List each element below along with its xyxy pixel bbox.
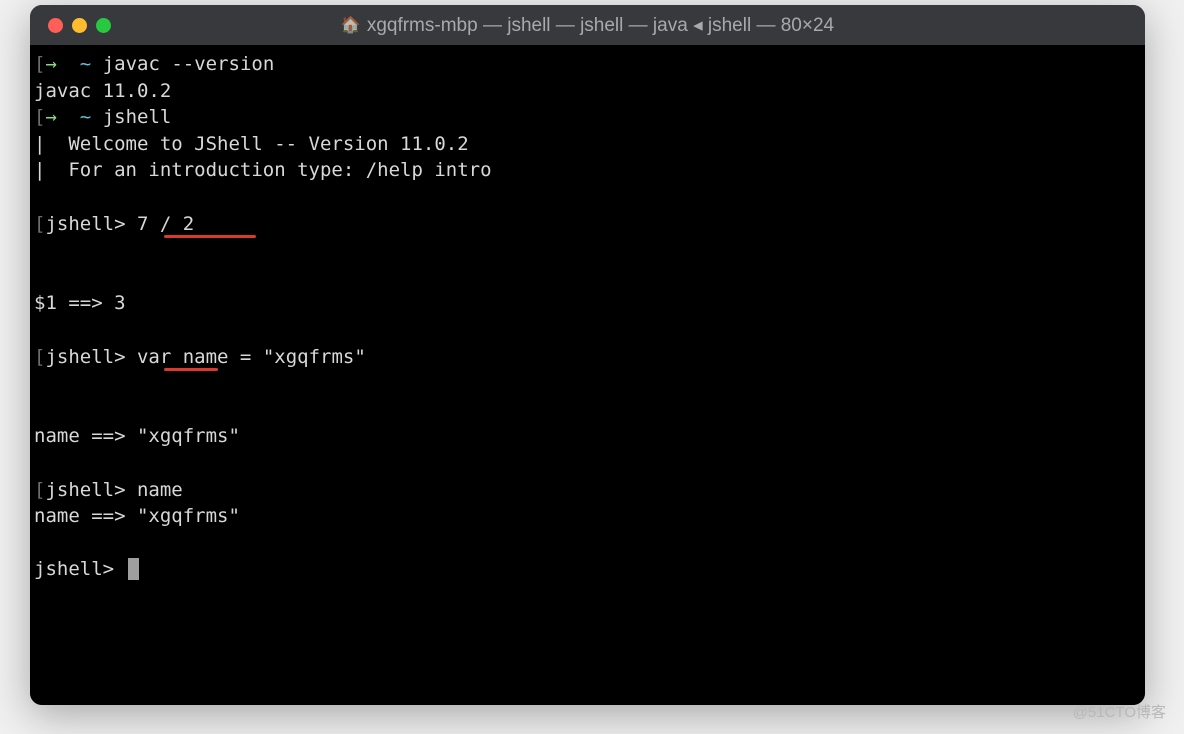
terminal-line: javac 11.0.2 bbox=[34, 78, 1141, 105]
terminal-line bbox=[34, 450, 1141, 477]
terminal-line: name ==> "xgqfrms" bbox=[34, 423, 1141, 450]
terminal-line: $1 ==> 3 bbox=[34, 290, 1141, 317]
terminal-line: | Welcome to JShell -- Version 11.0.2 bbox=[34, 131, 1141, 158]
home-icon: 🏠 bbox=[341, 15, 361, 35]
terminal-body[interactable]: [→ ~ javac --version javac 11.0.2 [→ ~ j… bbox=[30, 45, 1145, 705]
window-title-text: xgqfrms-mbp — jshell — jshell — java ◂ j… bbox=[367, 14, 834, 37]
terminal-window: 🏠 xgqfrms-mbp — jshell — jshell — java ◂… bbox=[30, 5, 1145, 705]
terminal-line bbox=[34, 184, 1141, 211]
terminal-line bbox=[34, 317, 1141, 344]
cursor bbox=[128, 558, 139, 580]
terminal-line: [→ ~ jshell bbox=[34, 104, 1141, 131]
title-bar[interactable]: 🏠 xgqfrms-mbp — jshell — jshell — java ◂… bbox=[30, 5, 1145, 45]
terminal-line: [jshell> name bbox=[34, 477, 1141, 504]
annotation-underline bbox=[164, 235, 256, 238]
terminal-line: name ==> "xgqfrms" bbox=[34, 503, 1141, 530]
terminal-line: [→ ~ javac --version bbox=[34, 51, 1141, 78]
annotation-underline bbox=[164, 368, 218, 371]
terminal-line: jshell> bbox=[34, 556, 1141, 583]
watermark: @51CTO博客 bbox=[1073, 701, 1166, 722]
terminal-line bbox=[34, 530, 1141, 557]
terminal-line: [jshell> 7 / 2 bbox=[34, 211, 1141, 291]
terminal-line: [jshell> var name = "xgqfrms" bbox=[34, 344, 1141, 424]
terminal-line: | For an introduction type: /help intro bbox=[34, 157, 1141, 184]
window-title: 🏠 xgqfrms-mbp — jshell — jshell — java ◂… bbox=[30, 14, 1145, 37]
